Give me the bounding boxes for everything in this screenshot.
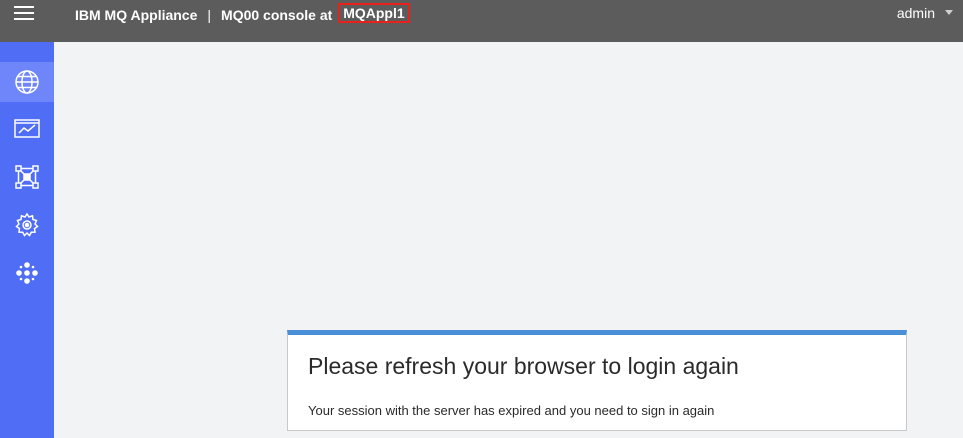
hamburger-line — [14, 6, 34, 8]
dialog-title: Please refresh your browser to login aga… — [308, 353, 739, 379]
monitor-chart-icon — [14, 119, 40, 138]
globe-icon — [15, 70, 39, 94]
user-menu[interactable]: admin — [897, 5, 953, 21]
dialog-message: Your session with the server has expired… — [308, 403, 715, 418]
sidebar-item-network[interactable] — [0, 157, 54, 197]
sidebar-item-dashboards[interactable] — [0, 253, 54, 293]
title-separator: | — [207, 7, 212, 23]
hamburger-menu-icon[interactable] — [14, 4, 34, 20]
sidebar-item-home[interactable] — [0, 62, 54, 102]
appliance-name: MQAppl1 — [338, 3, 410, 23]
hamburger-line — [14, 18, 34, 20]
dots-cluster-icon — [16, 262, 38, 284]
caret-down-icon — [945, 10, 953, 15]
hamburger-line — [14, 12, 34, 14]
app-title: IBM MQ Appliance | MQ00 console at MQAppl1 — [75, 3, 410, 25]
product-name: IBM MQ Appliance — [75, 7, 198, 23]
gear-icon — [15, 212, 39, 237]
session-expired-dialog: Please refresh your browser to login aga… — [287, 330, 907, 431]
network-nodes-icon — [15, 165, 39, 189]
console-label: MQ00 console at — [221, 7, 333, 23]
top-bar: IBM MQ Appliance | MQ00 console at MQAppl1… — [0, 0, 963, 42]
user-name: admin — [896, 5, 935, 21]
sidebar-item-settings[interactable] — [0, 205, 54, 245]
sidebar — [0, 42, 54, 438]
sidebar-item-monitoring[interactable] — [0, 109, 54, 149]
